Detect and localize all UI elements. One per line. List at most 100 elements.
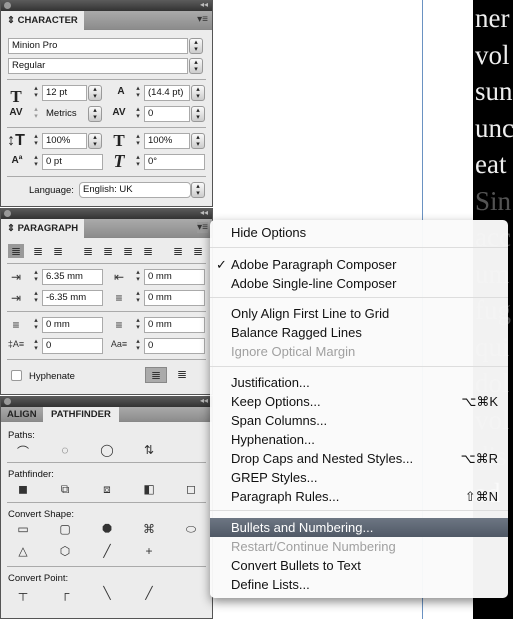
space-after-field[interactable]: 0 mm bbox=[144, 317, 205, 333]
vertical-scale-dropdown[interactable]: ▴ ▾ bbox=[88, 133, 102, 149]
panel-titlebar[interactable]: ◂◂ bbox=[1, 0, 212, 11]
tab-align[interactable]: ALIGN bbox=[1, 407, 43, 422]
leading-dropdown[interactable]: ▴ ▾ bbox=[191, 85, 205, 101]
corner-point-icon[interactable]: ┌ bbox=[55, 586, 75, 600]
close-icon[interactable] bbox=[4, 2, 11, 9]
font-family-dropdown[interactable]: ▴ ▾ bbox=[189, 38, 203, 54]
menu-item-only-align-first-line-to-grid[interactable]: Only Align First Line to Grid bbox=[210, 304, 508, 323]
menu-item-paragraph-rules[interactable]: Paragraph Rules... ⇧⌘N bbox=[210, 487, 508, 506]
font-family-field[interactable]: Minion Pro bbox=[8, 38, 188, 54]
left-indent-spinner[interactable]: ▴ ▾ bbox=[31, 269, 41, 285]
language-dropdown[interactable]: ▴ ▾ bbox=[191, 182, 205, 198]
menu-item-hyphenation[interactable]: Hyphenation... bbox=[210, 430, 508, 449]
reverse-path-icon[interactable]: ⇅ bbox=[139, 443, 159, 457]
triangle-icon[interactable]: △ bbox=[13, 544, 33, 558]
intersect-shape-icon[interactable]: ⧈ bbox=[97, 482, 117, 497]
subtract-shape-icon[interactable]: ⧉ bbox=[55, 482, 75, 497]
panel-menu-icon[interactable]: ▾≡ bbox=[197, 14, 208, 25]
kerning-field[interactable]: Metrics bbox=[42, 106, 87, 122]
align-away-spine-icon[interactable]: ≣ bbox=[188, 244, 208, 258]
skew-field[interactable]: 0° bbox=[144, 154, 205, 170]
single-line-composer-icon[interactable]: ≣ bbox=[172, 367, 192, 381]
collapse-icon[interactable]: ◂◂ bbox=[200, 208, 208, 217]
align-right-icon[interactable]: ≣ bbox=[48, 244, 68, 258]
polygon-icon[interactable]: ⬡ bbox=[55, 544, 75, 558]
minus-back-icon[interactable]: ◻ bbox=[181, 482, 201, 496]
smooth-point-icon[interactable]: ╲ bbox=[97, 586, 117, 600]
menu-item-bullets-and-numbering[interactable]: Bullets and Numbering... bbox=[210, 518, 508, 537]
menu-item-adobe-paragraph-composer[interactable]: ✓ Adobe Paragraph Composer bbox=[210, 255, 508, 274]
collapse-icon[interactable]: ◂◂ bbox=[200, 0, 208, 9]
close-icon[interactable] bbox=[4, 398, 11, 405]
menu-item-adobe-single-line-composer[interactable]: Adobe Single-line Composer bbox=[210, 274, 508, 293]
vertical-scale-spinner[interactable]: ▴ ▾ bbox=[31, 133, 41, 149]
justify-right-icon[interactable]: ≣ bbox=[118, 244, 138, 258]
orthogonal-line-icon[interactable]: + bbox=[139, 544, 159, 558]
inverse-rounded-rectangle-icon[interactable]: ⌘ bbox=[139, 522, 159, 536]
align-towards-spine-icon[interactable]: ≣ bbox=[168, 244, 188, 258]
menu-item-balance-ragged-lines[interactable]: Balance Ragged Lines bbox=[210, 323, 508, 342]
menu-item-span-columns[interactable]: Span Columns... bbox=[210, 411, 508, 430]
paragraph-composer-icon[interactable]: ≣ bbox=[145, 367, 167, 383]
baseline-shift-field[interactable]: 0 pt bbox=[42, 154, 103, 170]
exclude-overlap-icon[interactable]: ◧ bbox=[139, 482, 159, 496]
rectangle-icon[interactable]: ▭ bbox=[13, 522, 33, 536]
menu-item-define-lists[interactable]: Define Lists... bbox=[210, 575, 508, 594]
first-line-indent-spinner[interactable]: ▴ ▾ bbox=[31, 290, 41, 306]
font-size-field[interactable]: 12 pt bbox=[42, 85, 87, 101]
font-size-spinner[interactable]: ▴ ▾ bbox=[31, 85, 41, 101]
leading-field[interactable]: (14.4 pt) bbox=[144, 85, 190, 101]
rounded-rectangle-icon[interactable]: ▢ bbox=[55, 522, 75, 536]
menu-item-convert-bullets-to-text[interactable]: Convert Bullets to Text bbox=[210, 556, 508, 575]
drop-cap-chars-spinner[interactable]: ▴ ▾ bbox=[133, 338, 143, 354]
tab-character[interactable]: ⇕ CHARACTER bbox=[1, 11, 84, 30]
plain-point-icon[interactable]: ┬ bbox=[13, 586, 33, 600]
justify-left-icon[interactable]: ≣ bbox=[78, 244, 98, 258]
right-indent-field[interactable]: 0 mm bbox=[144, 269, 205, 285]
space-before-field[interactable]: 0 mm bbox=[42, 317, 103, 333]
left-indent-field[interactable]: 6.35 mm bbox=[42, 269, 103, 285]
font-style-field[interactable]: Regular bbox=[8, 58, 188, 74]
drop-cap-lines-field[interactable]: 0 bbox=[42, 338, 103, 354]
symmetrical-point-icon[interactable]: ╱ bbox=[139, 586, 159, 600]
horizontal-scale-dropdown[interactable]: ▴ ▾ bbox=[191, 133, 205, 149]
ellipse-icon[interactable]: ⬭ bbox=[181, 522, 201, 537]
line-icon[interactable]: ╱ bbox=[97, 544, 117, 558]
close-path-icon[interactable]: ◯ bbox=[97, 443, 117, 457]
kerning-spinner[interactable]: ▴ ▾ bbox=[31, 106, 41, 122]
tab-pathfinder[interactable]: PATHFINDER bbox=[43, 407, 119, 422]
align-center-icon[interactable]: ≣ bbox=[28, 244, 48, 258]
last-line-indent-spinner[interactable]: ▴ ▾ bbox=[133, 290, 143, 306]
horizontal-scale-spinner[interactable]: ▴ ▾ bbox=[133, 133, 143, 149]
menu-item-keep-options[interactable]: Keep Options... ⌥⌘K bbox=[210, 392, 508, 411]
tracking-dropdown[interactable]: ▴ ▾ bbox=[191, 106, 205, 122]
space-after-spinner[interactable]: ▴ ▾ bbox=[133, 317, 143, 333]
hyphenate-checkbox[interactable] bbox=[11, 370, 22, 381]
kerning-dropdown[interactable]: ▴ ▾ bbox=[88, 106, 102, 122]
align-left-icon[interactable]: ≣ bbox=[8, 244, 24, 258]
horizontal-scale-field[interactable]: 100% bbox=[144, 133, 190, 149]
panel-titlebar[interactable]: ◂◂ bbox=[1, 396, 212, 407]
language-select[interactable]: English: UK bbox=[79, 182, 191, 198]
drop-cap-chars-field[interactable]: 0 bbox=[144, 338, 205, 354]
menu-item-justification[interactable]: Justification... bbox=[210, 373, 508, 392]
justify-all-icon[interactable]: ≣ bbox=[138, 244, 158, 258]
first-line-indent-field[interactable]: -6.35 mm bbox=[42, 290, 103, 306]
menu-item-grep-styles[interactable]: GREP Styles... bbox=[210, 468, 508, 487]
tracking-field[interactable]: 0 bbox=[144, 106, 190, 122]
right-indent-spinner[interactable]: ▴ ▾ bbox=[133, 269, 143, 285]
tab-paragraph[interactable]: ⇕ PARAGRAPH bbox=[1, 219, 85, 238]
menu-item-hide-options[interactable]: Hide Options bbox=[210, 223, 508, 242]
panel-menu-icon[interactable]: ▾≡ bbox=[197, 222, 208, 233]
skew-spinner[interactable]: ▴ ▾ bbox=[133, 154, 143, 170]
leading-spinner[interactable]: ▴ ▾ bbox=[133, 85, 143, 101]
open-path-icon[interactable]: ◌ bbox=[55, 443, 75, 457]
drop-cap-lines-spinner[interactable]: ▴ ▾ bbox=[31, 338, 41, 354]
last-line-indent-field[interactable]: 0 mm bbox=[144, 290, 205, 306]
beveled-rectangle-icon[interactable]: ⯃ bbox=[97, 522, 117, 537]
collapse-icon[interactable]: ◂◂ bbox=[200, 396, 208, 405]
space-before-spinner[interactable]: ▴ ▾ bbox=[31, 317, 41, 333]
join-path-icon[interactable]: ⌒ bbox=[13, 443, 33, 460]
close-icon[interactable] bbox=[4, 210, 11, 217]
baseline-shift-spinner[interactable]: ▴ ▾ bbox=[31, 154, 41, 170]
